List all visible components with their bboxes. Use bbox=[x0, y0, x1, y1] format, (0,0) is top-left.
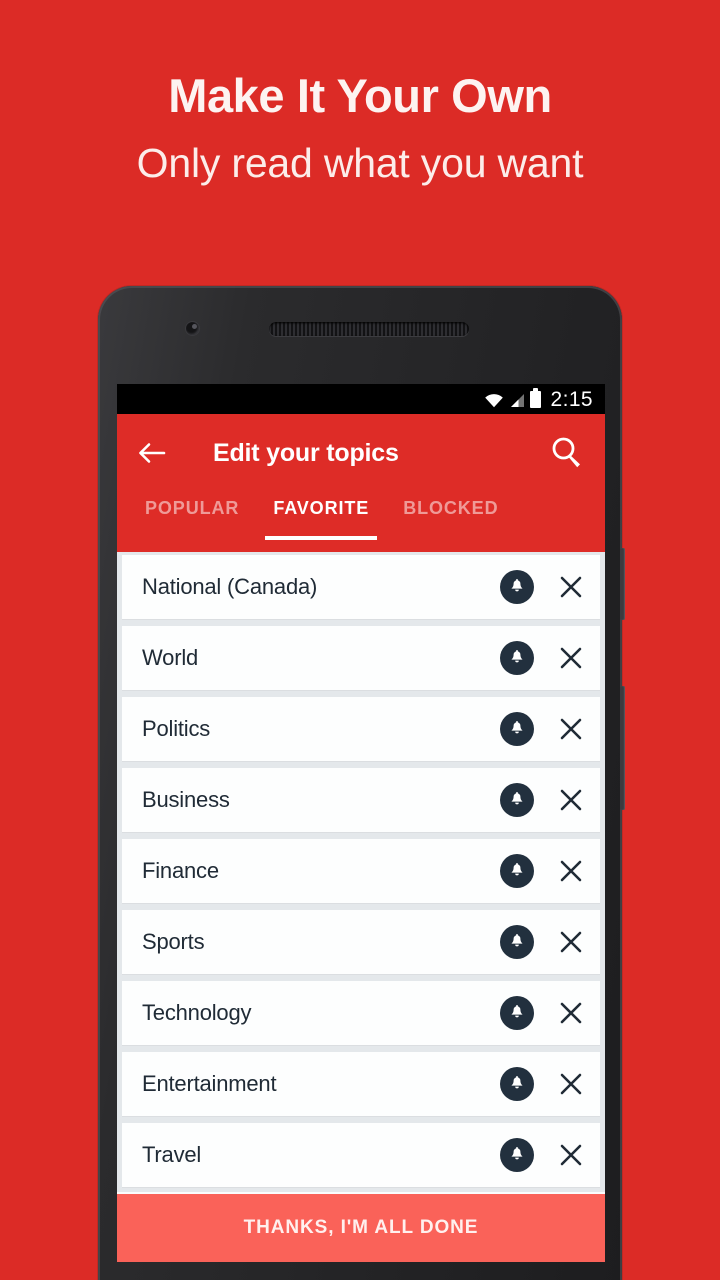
topic-tabs: POPULAR FAVORITE BLOCKED bbox=[117, 492, 605, 552]
done-button[interactable]: THANKS, I'M ALL DONE bbox=[117, 1194, 605, 1262]
topic-list[interactable]: National (Canada) World Politics Busines… bbox=[117, 552, 605, 1212]
close-icon[interactable] bbox=[556, 927, 586, 957]
table-row[interactable]: National (Canada) bbox=[122, 555, 600, 619]
close-icon[interactable] bbox=[556, 643, 586, 673]
status-bar-clock: 2:15 bbox=[550, 387, 593, 411]
phone-device-frame: 2:15 Edit your topics POPULAR FAVORITE B… bbox=[98, 286, 625, 1280]
close-icon[interactable] bbox=[556, 998, 586, 1028]
promo-banner: Make It Your Own Only read what you want bbox=[0, 0, 720, 230]
status-bar-icons bbox=[484, 387, 541, 408]
topic-label: Technology bbox=[142, 1000, 252, 1025]
table-row[interactable]: Business bbox=[122, 768, 600, 832]
topic-label: Travel bbox=[142, 1142, 202, 1167]
tab-popular[interactable]: POPULAR bbox=[131, 492, 253, 546]
topic-label: Sports bbox=[142, 929, 205, 954]
back-arrow-icon[interactable] bbox=[137, 438, 167, 468]
battery-icon bbox=[529, 387, 541, 408]
table-row[interactable]: Entertainment bbox=[122, 1052, 600, 1116]
close-icon[interactable] bbox=[556, 1069, 586, 1099]
table-row[interactable]: Travel bbox=[122, 1123, 600, 1187]
topic-label: Finance bbox=[142, 858, 219, 883]
bell-icon[interactable] bbox=[500, 1138, 534, 1172]
topic-label: Entertainment bbox=[142, 1071, 277, 1096]
wifi-icon bbox=[484, 393, 504, 408]
volume-button[interactable] bbox=[620, 686, 625, 810]
topic-label: National (Canada) bbox=[142, 574, 318, 599]
close-icon[interactable] bbox=[556, 714, 586, 744]
bell-icon[interactable] bbox=[500, 570, 534, 604]
close-icon[interactable] bbox=[556, 856, 586, 886]
bell-icon[interactable] bbox=[500, 712, 534, 746]
topic-label: World bbox=[142, 645, 199, 670]
close-icon[interactable] bbox=[556, 572, 586, 602]
table-row[interactable]: Politics bbox=[122, 697, 600, 761]
bell-icon[interactable] bbox=[500, 1067, 534, 1101]
status-bar: 2:15 bbox=[117, 384, 605, 414]
table-row[interactable]: Sports bbox=[122, 910, 600, 974]
phone-screen: 2:15 Edit your topics POPULAR FAVORITE B… bbox=[117, 384, 605, 1262]
tab-favorite-label: FAVORITE bbox=[273, 498, 370, 518]
earpiece-speaker-icon bbox=[269, 322, 469, 336]
bell-icon[interactable] bbox=[500, 996, 534, 1030]
power-button[interactable] bbox=[620, 548, 625, 620]
bell-icon[interactable] bbox=[500, 783, 534, 817]
bell-icon[interactable] bbox=[500, 854, 534, 888]
tab-popular-label: POPULAR bbox=[145, 498, 240, 518]
table-row[interactable]: Technology bbox=[122, 981, 600, 1045]
search-icon[interactable] bbox=[548, 434, 586, 472]
tab-favorite[interactable]: FAVORITE bbox=[259, 492, 383, 546]
promo-subtitle: Only read what you want bbox=[136, 140, 584, 186]
signal-icon bbox=[509, 393, 525, 408]
close-icon[interactable] bbox=[556, 785, 586, 815]
page-title: Edit your topics bbox=[213, 439, 399, 467]
table-row[interactable]: Finance bbox=[122, 839, 600, 903]
tab-blocked-label: BLOCKED bbox=[403, 498, 499, 518]
app-bar: Edit your topics bbox=[117, 414, 605, 492]
front-camera-icon bbox=[186, 322, 199, 335]
tab-blocked[interactable]: BLOCKED bbox=[389, 492, 512, 546]
promo-title: Make It Your Own bbox=[168, 69, 552, 122]
bell-icon[interactable] bbox=[500, 641, 534, 675]
topic-label: Politics bbox=[142, 716, 211, 741]
bell-icon[interactable] bbox=[500, 925, 534, 959]
close-icon[interactable] bbox=[556, 1140, 586, 1170]
table-row[interactable]: World bbox=[122, 626, 600, 690]
topic-label: Business bbox=[142, 787, 230, 812]
